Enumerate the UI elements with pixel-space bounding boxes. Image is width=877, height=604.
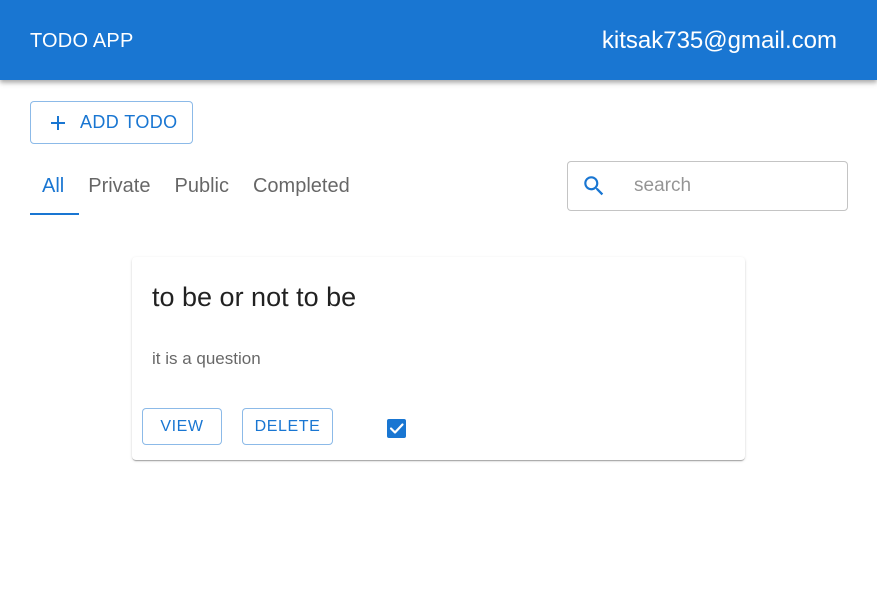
- plus-icon: [51, 115, 65, 130]
- completed-checkbox[interactable]: [387, 419, 406, 438]
- tab-completed[interactable]: Completed: [241, 160, 362, 214]
- add-todo-button[interactable]: ADD TODO: [30, 101, 193, 144]
- view-button[interactable]: VIEW: [142, 408, 222, 445]
- user-email: kitsak735@gmail.com: [601, 27, 837, 54]
- todo-description: it is a question: [152, 349, 261, 368]
- filter-tabs: All Private Public Completed: [30, 160, 362, 216]
- search-input[interactable]: [632, 174, 836, 198]
- todo-card: to be or not to be it is a question VIEW…: [132, 257, 745, 460]
- tab-private[interactable]: Private: [76, 160, 162, 214]
- search-icon[interactable]: [581, 173, 607, 199]
- tab-public[interactable]: Public: [162, 160, 240, 214]
- active-tab-indicator: [30, 213, 79, 215]
- todo-title: to be or not to be: [152, 282, 357, 312]
- app-title: TODO APP: [30, 30, 134, 52]
- app-bar: TODO APP kitsak735@gmail.com: [0, 0, 877, 80]
- add-todo-label: ADD TODO: [80, 112, 178, 132]
- delete-button[interactable]: DELETE: [242, 408, 333, 445]
- checkmark-icon: [389, 423, 404, 434]
- tab-all[interactable]: All: [30, 160, 76, 214]
- search-box[interactable]: [567, 161, 848, 211]
